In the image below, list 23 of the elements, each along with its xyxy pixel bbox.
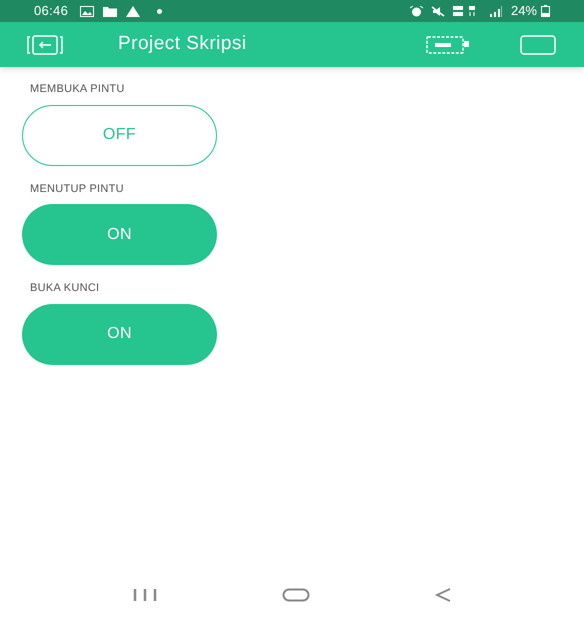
- battery-percent: 24%: [510, 2, 537, 20]
- folder-icon: [103, 6, 118, 16]
- toggle-button[interactable]: ON: [22, 204, 217, 265]
- toggle-button[interactable]: ON: [22, 304, 217, 364]
- warning-icon: [126, 6, 140, 16]
- mute-icon: [430, 6, 445, 16]
- device-icon[interactable]: [426, 36, 470, 54]
- signal-icon: [488, 6, 503, 16]
- image-icon: [80, 6, 94, 16]
- alarm-icon: [410, 6, 423, 16]
- exit-icon[interactable]: [26, 34, 64, 54]
- clock-time: 06:46: [34, 2, 68, 20]
- switch-label: MENUTUP PINTU: [30, 182, 124, 196]
- battery-icon: [541, 5, 550, 17]
- recent-apps-icon[interactable]: [132, 588, 157, 602]
- switch-label: BUKA KUNCI: [30, 281, 100, 296]
- dot-icon: [157, 8, 162, 14]
- home-icon[interactable]: [282, 588, 310, 602]
- toggle-button[interactable]: OFF: [22, 104, 217, 166]
- switch-label: MEMBUKA PINTU: [30, 82, 125, 97]
- app-title: Project Skripsi: [118, 32, 247, 56]
- back-icon[interactable]: [435, 588, 452, 602]
- square-icon[interactable]: [520, 34, 556, 54]
